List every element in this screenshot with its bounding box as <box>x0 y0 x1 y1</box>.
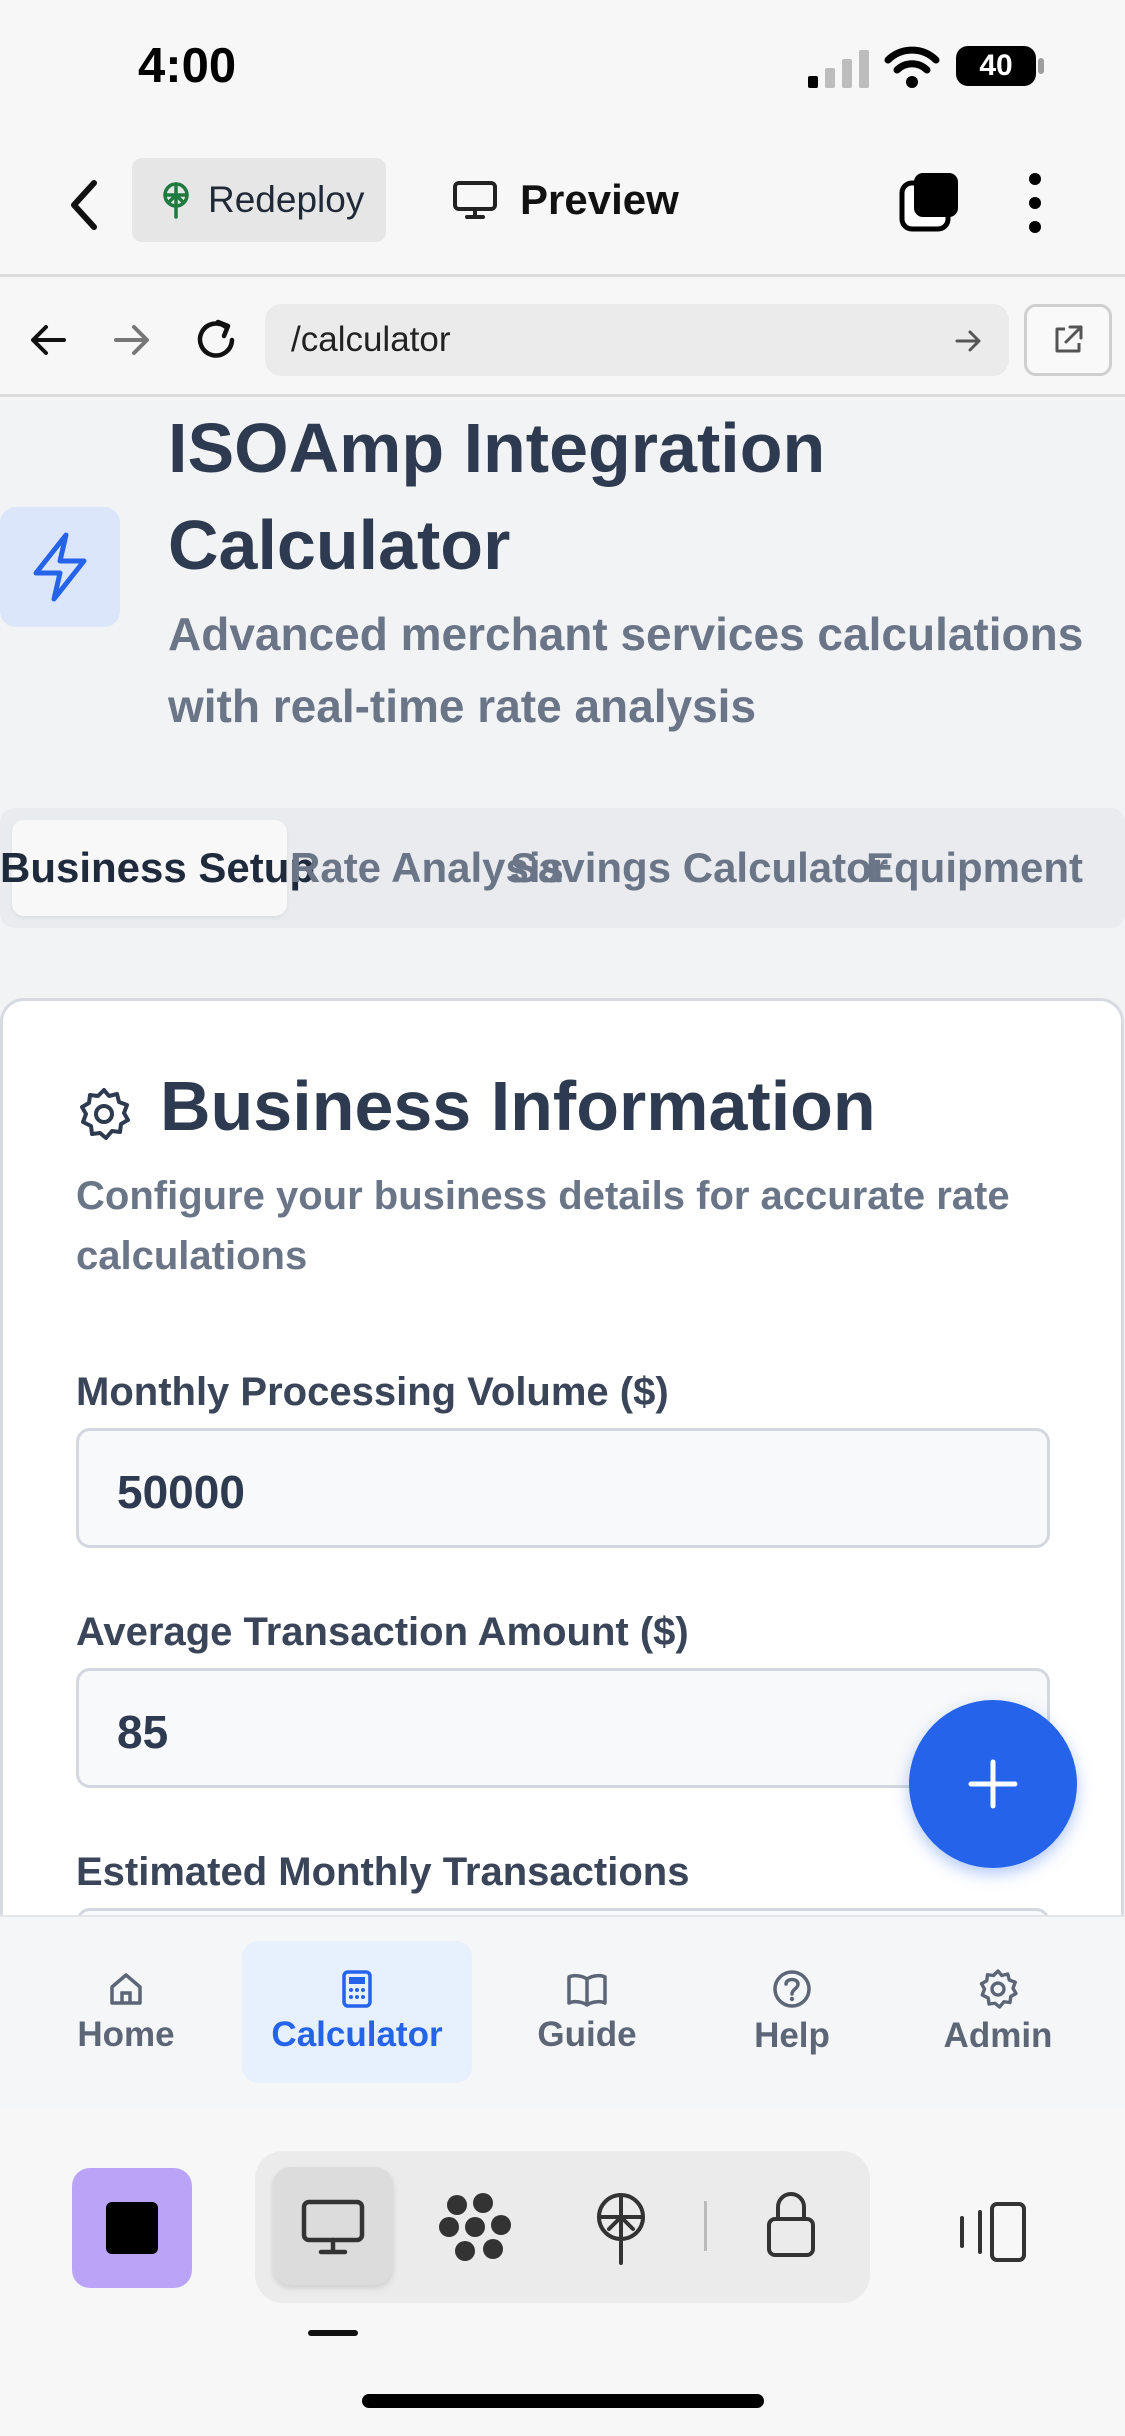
calculator-icon <box>342 1970 372 2008</box>
browser-back-icon[interactable] <box>26 318 70 362</box>
gear-icon <box>80 1088 130 1140</box>
redeploy-button[interactable]: Redeploy <box>132 158 386 242</box>
add-fab-button[interactable] <box>909 1700 1077 1868</box>
app-bottom-nav: Home Calculator Guide Help Admin <box>0 1915 1125 2108</box>
deploy-tower-icon[interactable] <box>591 2191 651 2265</box>
tool-switcher <box>255 2151 870 2303</box>
battery-icon: 40 <box>956 46 1036 86</box>
avg-transaction-label: Average Transaction Amount ($) <box>76 1610 689 1654</box>
nav-label-help: Help <box>754 2016 830 2055</box>
plus-icon <box>968 1759 1018 1809</box>
nav-label-home: Home <box>77 2015 175 2054</box>
page-title: ISOAmp Integration Calculator <box>168 409 826 584</box>
monthly-volume-label: Monthly Processing Volume ($) <box>76 1370 669 1414</box>
monitor-icon <box>301 2199 365 2255</box>
monitor-icon <box>453 181 497 219</box>
editor-top-bar: Redeploy Preview <box>0 135 1125 277</box>
monthly-volume-value: 50000 <box>117 1466 245 1518</box>
app-logo <box>0 507 120 627</box>
tab-business-setup[interactable]: Business Setup <box>0 844 315 892</box>
est-transactions-input[interactable] <box>76 1908 1050 1915</box>
preview-tool-button[interactable] <box>273 2167 393 2285</box>
nav-item-admin[interactable]: Admin <box>925 1941 1071 2083</box>
browser-forward-icon[interactable] <box>110 318 154 362</box>
tab-savings-calculator[interactable]: Savings Calculator <box>510 844 888 892</box>
url-bar: /calculator <box>0 280 1125 397</box>
card-title: Business Information <box>160 1067 876 1145</box>
book-icon <box>567 1973 607 2007</box>
panel-split-icon[interactable] <box>956 2200 1028 2264</box>
help-circle-icon <box>773 1970 811 2008</box>
monthly-volume-input[interactable]: 50000 <box>76 1428 1050 1548</box>
open-in-new-tab-button[interactable] <box>1024 304 1112 376</box>
lock-icon[interactable] <box>765 2189 817 2259</box>
home-icon <box>110 1973 142 2005</box>
url-input[interactable]: /calculator <box>265 304 1009 376</box>
deploy-tower-icon <box>163 182 189 219</box>
nav-label-guide: Guide <box>537 2015 637 2054</box>
home-indicator <box>362 2394 764 2408</box>
cellular-signal-icon <box>808 50 869 88</box>
reload-icon[interactable] <box>192 316 240 364</box>
redeploy-label: Redeploy <box>208 179 365 220</box>
stop-button[interactable] <box>72 2168 192 2288</box>
tabs-switcher-icon[interactable] <box>898 171 960 233</box>
battery-level: 40 <box>979 49 1013 82</box>
back-chevron-icon[interactable] <box>62 175 106 235</box>
battery-cap <box>1038 58 1044 74</box>
wifi-icon <box>884 46 940 88</box>
editor-bottom-toolbar <box>0 2108 1125 2348</box>
status-time: 4:00 <box>138 39 237 93</box>
workspace-grid-icon[interactable] <box>439 2191 511 2263</box>
stop-icon <box>106 2202 158 2254</box>
go-arrow-icon[interactable] <box>955 328 983 354</box>
zap-icon <box>33 532 87 602</box>
preview-label: Preview <box>520 176 679 223</box>
status-bar: 4:00 40 <box>0 0 1125 135</box>
avg-transaction-value: 85 <box>117 1706 169 1758</box>
nav-item-help[interactable]: Help <box>722 1941 862 2083</box>
nav-item-home[interactable]: Home <box>50 1941 202 2083</box>
nav-label-calculator: Calculator <box>271 2015 443 2054</box>
app-content: ISOAmp Integration Calculator Advanced m… <box>0 400 1125 1915</box>
tab-list: Business Setup Rate Analysis Savings Cal… <box>0 808 1125 928</box>
card-description: Configure your business details for accu… <box>76 1174 1010 1278</box>
est-transactions-label: Estimated Monthly Transactions <box>76 1850 690 1894</box>
page-subtitle: Advanced merchant services calculations … <box>168 608 1084 732</box>
active-tool-marker <box>308 2330 358 2336</box>
gear-icon <box>979 1969 1018 2009</box>
avg-transaction-input[interactable]: 85 <box>76 1668 1050 1788</box>
more-vertical-icon[interactable] <box>1025 171 1045 235</box>
nav-label-admin: Admin <box>943 2016 1053 2055</box>
tab-equipment[interactable]: Equipment <box>866 844 1083 892</box>
nav-item-guide[interactable]: Guide <box>512 1941 662 2083</box>
toolbar-divider <box>704 2201 707 2251</box>
preview-button[interactable]: Preview <box>452 163 679 237</box>
url-text: /calculator <box>291 320 451 359</box>
nav-item-calculator[interactable]: Calculator <box>242 1941 472 2083</box>
external-link-icon <box>1055 325 1083 353</box>
